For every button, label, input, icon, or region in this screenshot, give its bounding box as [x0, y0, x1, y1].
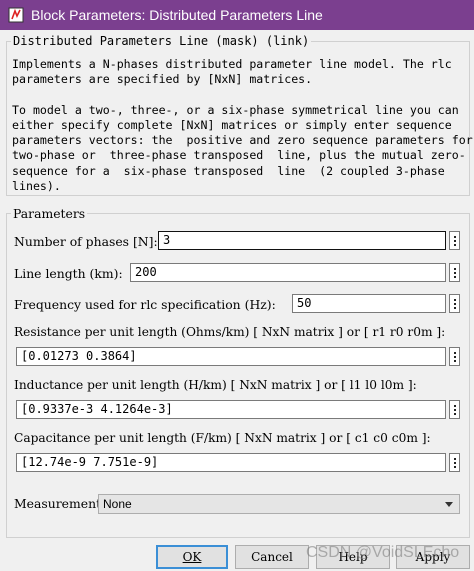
ok-button-label: OK [182, 550, 202, 564]
window-title: Block Parameters: Distributed Parameters… [31, 7, 323, 23]
inductance-input[interactable]: [0.9337e-3 4.1264e-3] [16, 400, 446, 419]
parameters-group: Parameters [6, 206, 470, 538]
description-legend: Distributed Parameters Line (mask) (link… [13, 34, 310, 48]
line-length-label: Line length (km): [14, 266, 123, 281]
cancel-button[interactable]: Cancel [235, 545, 309, 569]
capacitance-label: Capacitance per unit length (F/km) [ NxN… [14, 431, 431, 445]
description-line: parameters are specified by [NxN] matric… [12, 72, 313, 86]
capacitance-menu-button[interactable] [449, 453, 460, 472]
capacitance-input[interactable]: [12.74e-9 7.751e-9] [16, 453, 446, 472]
resistance-label: Resistance per unit length (Ohms/km) [ N… [14, 325, 446, 339]
watermark: CSDN @VoidSLEcho [306, 544, 460, 561]
simulink-block-icon [8, 7, 24, 23]
description-line: lines). [12, 179, 61, 193]
resistance-menu-button[interactable] [449, 347, 460, 366]
description-line: Implements a N-phases distributed parame… [12, 57, 452, 71]
description-line: To model a two-, three-, or a six-phase … [12, 103, 459, 117]
description-line: two-phase or three-phase transposed line… [12, 148, 466, 162]
description-line: parameters vectors: the positive and zer… [12, 133, 474, 147]
measurements-dropdown[interactable]: None [98, 494, 460, 514]
frequency-label: Frequency used for rlc specification (Hz… [14, 297, 276, 312]
description-line: sequence for a six-phase transposed line… [12, 164, 445, 178]
measurements-label: Measurements [14, 496, 108, 511]
num-phases-input[interactable]: 3 [158, 231, 446, 250]
frequency-menu-button[interactable] [449, 294, 460, 313]
num-phases-label: Number of phases [N]: [14, 234, 158, 249]
inductance-menu-button[interactable] [449, 400, 460, 419]
title-bar: Block Parameters: Distributed Parameters… [0, 0, 474, 30]
line-length-menu-button[interactable] [449, 263, 460, 282]
line-length-input[interactable]: 200 [130, 263, 446, 282]
inductance-label: Inductance per unit length (H/km) [ NxN … [14, 378, 417, 392]
parameters-legend: Parameters [13, 206, 86, 221]
resistance-input[interactable]: [0.01273 0.3864] [16, 347, 446, 366]
description-line: either specify complete [NxN] matrices o… [12, 118, 452, 132]
ok-button[interactable]: OK [156, 545, 228, 569]
frequency-input[interactable]: 50 [292, 294, 446, 313]
cancel-button-label: Cancel [251, 550, 293, 564]
num-phases-menu-button[interactable] [449, 231, 460, 250]
chevron-down-icon [445, 502, 453, 507]
measurements-selected-value: None [103, 497, 132, 511]
